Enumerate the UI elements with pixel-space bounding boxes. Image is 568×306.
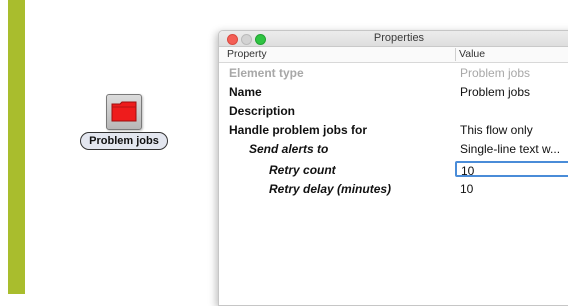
property-row-retry-delay[interactable]: Retry delay (minutes) 10: [219, 180, 568, 199]
property-row-handle-problem-jobs[interactable]: Handle problem jobs for This flow only: [219, 121, 568, 140]
property-label: Description: [229, 104, 296, 118]
property-value[interactable]: Problem jobs: [460, 83, 530, 102]
property-label: Retry delay (minutes): [269, 182, 392, 196]
property-label: Name: [229, 85, 262, 99]
property-value[interactable]: This flow only: [460, 121, 533, 140]
property-value: Problem jobs: [460, 66, 531, 80]
property-row-element-type[interactable]: Element type Problem jobs: [219, 64, 568, 83]
table-header: Property Value: [219, 47, 568, 63]
property-value[interactable]: Single-line text w...: [460, 140, 560, 159]
column-divider[interactable]: [455, 48, 456, 61]
property-row-retry-count[interactable]: Retry count 10: [219, 161, 568, 180]
property-row-description[interactable]: Description: [219, 102, 568, 121]
property-label: Handle problem jobs for: [229, 123, 368, 137]
problem-jobs-flow-element[interactable]: Problem jobs: [80, 92, 172, 152]
window-title: Properties: [373, 32, 425, 44]
property-value[interactable]: 10: [460, 180, 473, 199]
property-row-send-alerts-to[interactable]: Send alerts to Single-line text w...: [219, 140, 568, 159]
left-accent-bar: [8, 0, 25, 294]
property-label: Send alerts to: [249, 142, 329, 156]
folder-icon[interactable]: [106, 94, 142, 130]
property-label: Element type: [229, 66, 304, 80]
flow-element-label[interactable]: Problem jobs: [80, 132, 168, 150]
property-label: Retry count: [269, 163, 336, 177]
column-header-property[interactable]: Property: [227, 47, 267, 62]
retry-count-input[interactable]: 10: [455, 161, 568, 178]
column-header-value[interactable]: Value: [459, 47, 485, 62]
property-row-name[interactable]: Name Problem jobs: [219, 83, 568, 102]
properties-window: Properties Property Value Element type P…: [218, 30, 568, 306]
window-titlebar[interactable]: Properties: [219, 31, 568, 47]
